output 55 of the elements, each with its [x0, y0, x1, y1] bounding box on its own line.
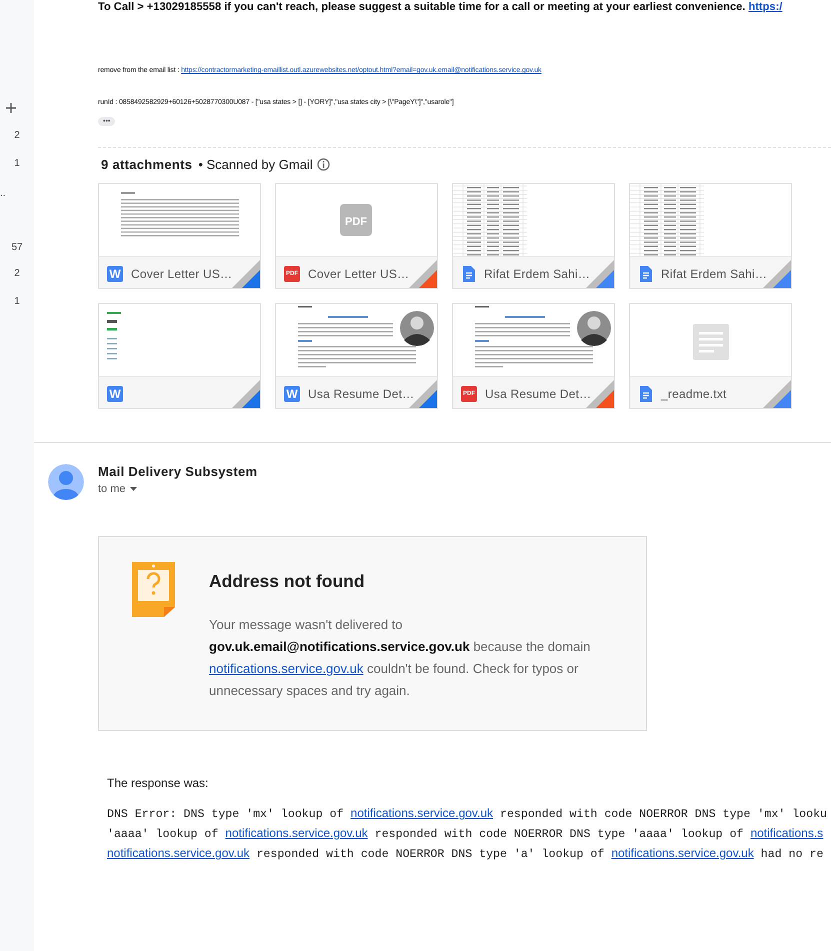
warning-note-icon	[132, 562, 175, 618]
error-line: DNS Error: DNS type 'mx' lookup of notifications.service.gov.uk responded with code NOERROR DNS type 'mx' looku	[107, 805, 828, 823]
file-corner-icon	[409, 260, 437, 288]
domain-link[interactable]: notifications.service.gov.uk	[350, 806, 494, 820]
unread-count: 1	[13, 296, 21, 307]
file-type-icon: W	[284, 386, 300, 402]
attachment-name: Cover Letter US…	[131, 266, 232, 280]
attachment-name: Usa Resume Det…	[485, 386, 592, 400]
domain-link[interactable]: notifications.s	[750, 826, 824, 840]
document-icon	[639, 386, 653, 402]
document-thumbnail	[107, 312, 121, 360]
document-icon	[639, 266, 653, 282]
text-file-placeholder-icon	[693, 324, 729, 360]
domain-link[interactable]: notifications.service.gov.uk	[611, 846, 754, 860]
file-corner-icon	[232, 380, 260, 408]
notice-title: Address not found	[209, 571, 366, 592]
attachment-name: Usa Resume Det…	[308, 386, 414, 400]
attachments-count: 9 attachments	[101, 157, 192, 172]
unread-count: 2	[13, 268, 21, 279]
plus-icon[interactable]	[5, 102, 17, 114]
domain-link[interactable]: notifications.service.gov.uk	[209, 661, 364, 676]
file-type-icon: W	[107, 386, 123, 402]
attachment-card[interactable]: Rifat Erdem Sahi…	[452, 183, 615, 289]
unread-count: 1	[13, 158, 21, 169]
notice-message: Your message wasn't delivered to gov.uk.email@notifications.service.gov.uk because the domain notifications.service.gov.uk couldn't be found. Check for typos or unnecessary spaces and try again.	[209, 616, 592, 700]
avatar-icon	[48, 464, 84, 500]
attachment-card[interactable]: W Cover Letter US…	[98, 183, 261, 289]
attachment-card[interactable]: _readme.txt	[629, 303, 792, 409]
attachment-name: Cover Letter US…	[308, 266, 410, 280]
response-label: The response was:	[107, 776, 210, 790]
info-icon[interactable]	[316, 158, 330, 171]
message-link[interactable]: https:/	[748, 1, 782, 13]
recipient-label: to me	[98, 483, 126, 495]
message-text: To Call > +13029185558 if you can't reach, please suggest a suitable time for a call or meeting at your earliest convenience. https:/	[98, 0, 784, 15]
document-icon	[462, 266, 476, 282]
file-corner-icon	[232, 260, 260, 288]
attachment-card[interactable]: W Usa Resume Det…	[275, 303, 438, 409]
error-line: notifications.service.gov.uk responded with code NOERROR DNS type 'a' lookup of notifications.service.gov.uk had no re	[107, 845, 824, 863]
sender-name: Mail Delivery Subsystem	[98, 464, 258, 479]
pdf-placeholder-icon: PDF	[340, 204, 372, 236]
file-corner-icon	[763, 380, 791, 408]
attachment-name: Rifat Erdem Sahi…	[661, 266, 768, 280]
error-line: 'aaaa' lookup of notifications.service.gov.uk responded with code NOERROR DNS type 'aaaa' lookup of notifications.s	[107, 825, 824, 843]
caret-icon[interactable]	[130, 487, 137, 491]
domain-link[interactable]: notifications.service.gov.uk	[225, 826, 368, 840]
unread-count: 2	[13, 130, 21, 141]
attachment-name: _readme.txt	[661, 386, 727, 400]
attachment-name: Rifat Erdem Sahi…	[484, 266, 590, 280]
unread-count: ..	[0, 188, 7, 199]
attachment-card[interactable]: W	[98, 303, 261, 409]
unread-count: 57	[10, 242, 24, 253]
attachment-card[interactable]: Rifat Erdem Sahi…	[629, 183, 792, 289]
scan-label: • Scanned by Gmail	[198, 157, 313, 172]
domain-link[interactable]: notifications.service.gov.uk	[107, 846, 250, 860]
file-type-icon: W	[107, 266, 123, 282]
